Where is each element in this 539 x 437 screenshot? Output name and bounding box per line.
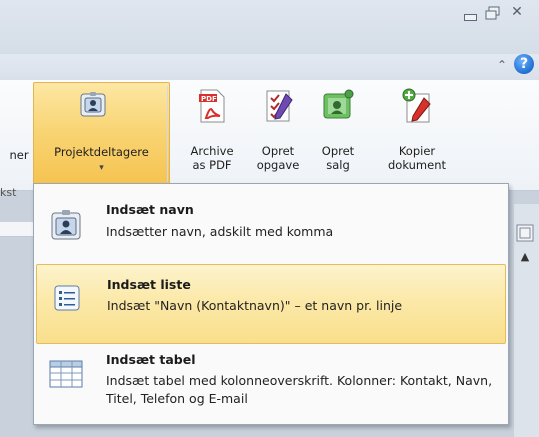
chevron-down-icon: ▾ — [99, 163, 104, 173]
menu-item-indsaet-liste[interactable]: Indsæt liste Indsæt "Navn (Kontaktnavn)"… — [36, 264, 506, 344]
salg-label-line1: Opret — [321, 144, 355, 158]
contact-card-icon — [51, 210, 81, 240]
archive-as-pdf-button[interactable]: PDF Archive as PDF — [182, 88, 242, 184]
archive-label-line2: as PDF — [192, 158, 232, 172]
kopier-label-line2: dokument — [387, 158, 446, 172]
kopier-dokument-button[interactable]: Kopier dokument — [374, 88, 460, 184]
opgave-label-line1: Opret — [261, 144, 295, 158]
menu-item-indsaet-navn[interactable]: Indsæt navn Indsætter navn, adskilt med … — [36, 188, 504, 258]
pdf-icon: PDF — [199, 89, 225, 123]
svg-text:PDF: PDF — [201, 95, 217, 103]
salg-label-line2: salg — [326, 158, 350, 172]
ruler — [0, 222, 36, 237]
title-bar — [0, 0, 539, 54]
menu-item-title: Indsæt navn — [106, 202, 194, 217]
menu-item-title: Indsæt tabel — [106, 352, 196, 367]
ruler-toggle-icon[interactable] — [516, 224, 534, 242]
projektdeltagere-label: Projektdeltagere — [54, 145, 149, 159]
projektdeltagere-menu: Indsæt navn Indsætter navn, adskilt med … — [33, 183, 509, 425]
menu-item-indsaet-tabel[interactable]: Indsæt tabel Indsæt tabel med kolonneove… — [36, 346, 504, 420]
ribbon-divider — [167, 86, 168, 182]
kopier-label-line1: Kopier — [398, 144, 436, 158]
ribbon-tab-row — [0, 54, 539, 81]
scroll-up-arrow-icon[interactable]: ▲ — [516, 250, 534, 264]
table-icon — [49, 360, 83, 388]
menu-item-title: Indsæt liste — [107, 277, 191, 292]
menu-item-description: Indsætter navn, adskilt med komma — [106, 224, 334, 239]
restore-button[interactable] — [485, 6, 501, 20]
opret-opgave-button[interactable]: Opret opgave — [250, 88, 306, 184]
menu-item-description: Indsæt "Navn (Kontaktnavn)" – et navn pr… — [107, 298, 403, 313]
menu-item-description: Indsæt tabel med kolonneoverskrift. Kolo… — [106, 373, 493, 406]
close-button[interactable]: ✕ — [509, 4, 525, 20]
opgave-label-line2: opgave — [256, 158, 300, 172]
opret-salg-button[interactable]: Opret salg — [312, 88, 364, 184]
copy-document-icon — [402, 88, 431, 123]
minimize-button[interactable] — [463, 8, 477, 21]
contact-card-icon — [78, 90, 108, 120]
sales-icon — [323, 89, 354, 119]
list-icon — [54, 285, 80, 311]
help-icon[interactable]: ? — [514, 54, 534, 74]
collapse-ribbon-icon[interactable]: ⌃ — [494, 58, 510, 74]
task-checklist-icon — [266, 90, 293, 122]
restore-icon — [485, 6, 500, 20]
archive-label-line1: Archive — [190, 144, 234, 158]
